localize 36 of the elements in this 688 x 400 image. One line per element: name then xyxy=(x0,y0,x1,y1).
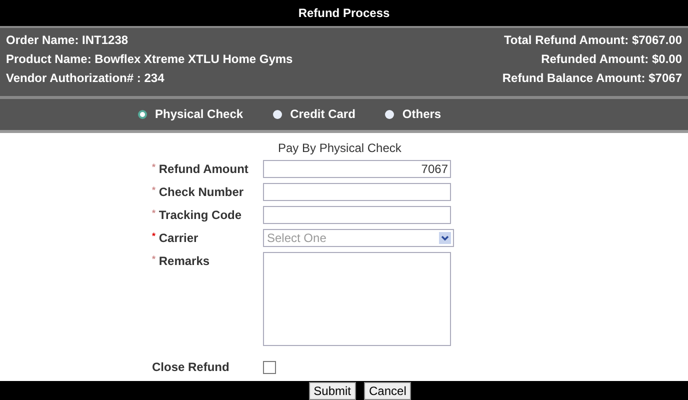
field-label: Refund Amount xyxy=(158,162,248,176)
field-label: Remarks xyxy=(158,254,210,268)
order-detail: Product Name: Bowflex Xtreme XTLU Home Gyms xyxy=(6,52,293,66)
remarks-field[interactable] xyxy=(263,252,451,346)
required-mark: * xyxy=(152,230,156,241)
radio-icon[interactable] xyxy=(273,110,282,119)
radio-label: Physical Check xyxy=(155,107,244,122)
field-label: Tracking Code xyxy=(158,208,242,222)
amount-detail: Refund Balance Amount: $7067 xyxy=(502,71,682,86)
field-label: Close Refund xyxy=(152,360,230,374)
order-detail: Order Name: INT1238 xyxy=(6,33,130,48)
required-mark: * xyxy=(152,184,156,195)
action-button[interactable]: Submit xyxy=(308,382,356,400)
caret-icon xyxy=(439,232,451,244)
field-label: Check Number xyxy=(158,184,244,199)
payment-method-radio[interactable]: Others xyxy=(385,107,442,122)
radio-icon[interactable] xyxy=(385,110,394,119)
input-field[interactable] xyxy=(263,206,451,224)
input-field[interactable] xyxy=(263,182,451,201)
action-button[interactable]: Cancel xyxy=(364,382,412,400)
form-title: Pay By Physical Check xyxy=(278,140,402,155)
order-detail: Vendor Authorization# : 234 xyxy=(6,71,166,86)
required-mark: * xyxy=(152,162,156,172)
input-field[interactable]: 7067 xyxy=(263,160,451,178)
amount-detail: Refunded Amount: $0.00 xyxy=(541,52,682,66)
required-mark: * xyxy=(152,208,156,218)
required-mark: * xyxy=(152,254,156,264)
payment-method-radio[interactable]: Physical Check xyxy=(138,107,244,122)
amount-detail: Total Refund Amount: $7067.00 xyxy=(504,33,682,48)
checkbox[interactable] xyxy=(263,360,276,374)
payment-method-radio[interactable]: Credit Card xyxy=(273,107,356,122)
radio-label: Others xyxy=(402,107,442,122)
field-label: Carrier xyxy=(158,230,198,245)
window-title: Refund Process xyxy=(298,6,390,20)
radio-icon[interactable] xyxy=(138,110,147,119)
radio-label: Credit Card xyxy=(290,107,356,122)
